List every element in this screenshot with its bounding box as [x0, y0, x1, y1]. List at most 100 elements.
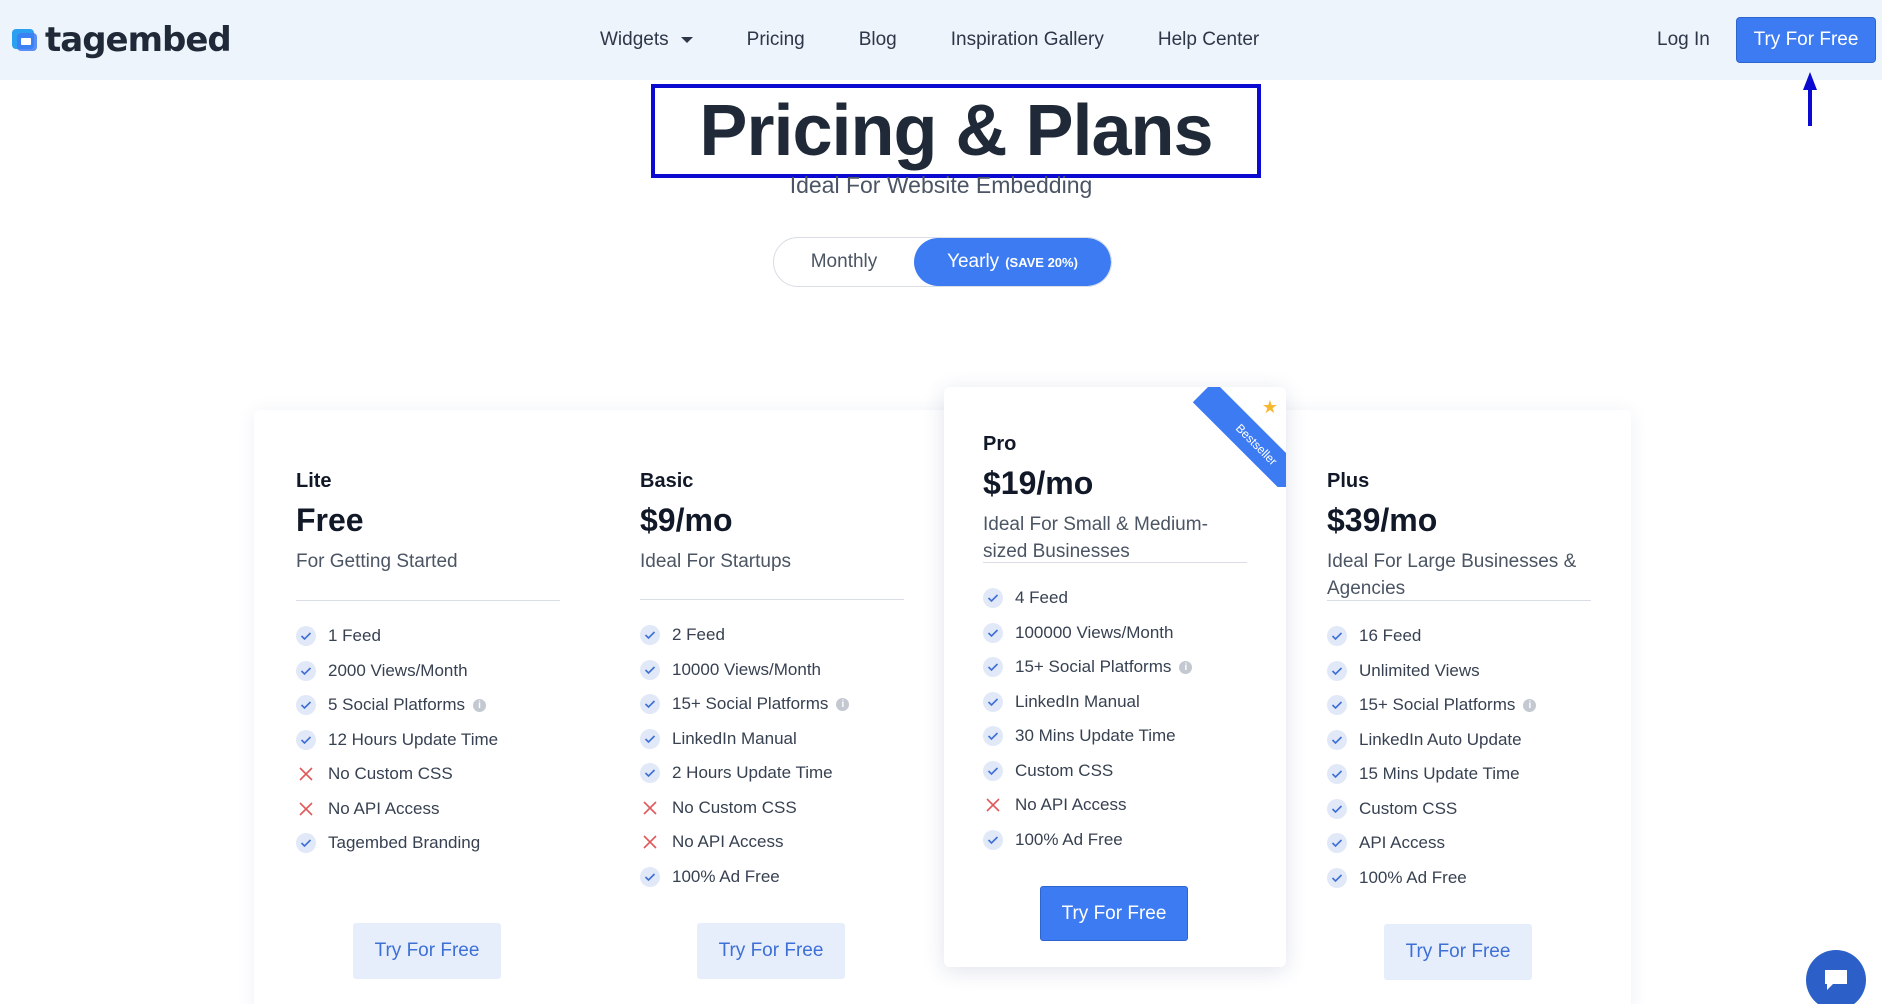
- feature-item: No API Access: [640, 830, 784, 854]
- feature-item: 5 Social Platforms i: [296, 693, 486, 717]
- feature-text: No Custom CSS: [328, 764, 453, 783]
- divider: [296, 600, 560, 601]
- check-icon: [640, 728, 660, 749]
- divider: [640, 599, 904, 600]
- logo[interactable]: tagembed: [9, 20, 232, 60]
- plan-description: Ideal For Large Businesses & Agencies: [1327, 551, 1577, 599]
- info-icon[interactable]: i: [1523, 698, 1537, 712]
- feature-item: 16 Feed: [1327, 624, 1421, 648]
- check-icon: [1327, 833, 1347, 853]
- cross-icon: [296, 799, 316, 819]
- info-icon[interactable]: i: [1179, 660, 1193, 674]
- feature-item: LinkedIn Manual: [640, 727, 797, 751]
- save-badge: (SAVE 20%): [1005, 254, 1078, 270]
- feature-item: 1 Feed: [296, 624, 381, 648]
- yearly-option[interactable]: Yearly (SAVE 20%): [914, 238, 1111, 286]
- star-icon: ★: [1261, 397, 1278, 417]
- feature-item: 15 Mins Update Time: [1327, 762, 1520, 786]
- try-for-free-nav-button[interactable]: Try For Free: [1736, 17, 1876, 63]
- feature-item: 100% Ad Free: [983, 828, 1123, 852]
- feature-text: No API Access: [1015, 795, 1127, 814]
- feature-text: Tagembed Branding: [328, 833, 481, 852]
- plan-description: Ideal For Small & Medium-sized Businesse…: [983, 514, 1208, 562]
- nav-pricing[interactable]: Pricing: [747, 29, 805, 51]
- nav-widgets[interactable]: Widgets: [600, 29, 693, 51]
- plan-name: Pro: [983, 433, 1017, 455]
- feature-text: 2000 Views/Month: [328, 660, 468, 680]
- login-link[interactable]: Log In: [1657, 0, 1710, 80]
- annotation-arrow-icon: [1803, 72, 1817, 126]
- feature-item: 30 Mins Update Time: [983, 724, 1176, 748]
- feature-text: No Custom CSS: [672, 797, 797, 817]
- check-icon: [296, 833, 316, 853]
- feature-item: LinkedIn Auto Update: [1327, 728, 1522, 752]
- page-subtitle: Ideal For Website Embedding: [789, 172, 1093, 198]
- feature-text: Custom CSS: [1015, 760, 1114, 780]
- feature-item: Tagembed Branding: [296, 831, 480, 855]
- feature-item: Custom CSS: [983, 759, 1113, 783]
- monthly-option[interactable]: Monthly: [774, 238, 914, 286]
- feature-text: LinkedIn Auto Update: [1359, 729, 1522, 749]
- feature-item: 2 Hours Update Time: [640, 761, 833, 785]
- feature-item: 2000 Views/Month: [296, 659, 468, 683]
- try-for-free-button[interactable]: Try For Free: [1384, 924, 1532, 980]
- check-icon: [296, 729, 316, 750]
- check-icon: [640, 625, 660, 645]
- feature-text: No API Access: [328, 798, 440, 818]
- try-for-free-button[interactable]: Try For Free: [353, 923, 501, 979]
- feature-text: 5 Social Platforms: [328, 695, 465, 714]
- feature-text: LinkedIn Manual: [1015, 691, 1140, 711]
- check-icon: [1327, 660, 1347, 681]
- check-icon: [1327, 729, 1347, 750]
- logo-text: tagembed: [45, 20, 232, 60]
- feature-item: 15+ Social Platforms i: [1327, 693, 1537, 717]
- page-title: Pricing & Plans: [651, 84, 1261, 178]
- feature-text: 15 Mins Update Time: [1359, 764, 1520, 783]
- check-icon: [640, 694, 660, 714]
- feature-item: 100% Ad Free: [1327, 866, 1467, 890]
- check-icon: [296, 660, 316, 681]
- nav-widgets-label: Widgets: [600, 29, 669, 50]
- feature-item: 100% Ad Free: [640, 865, 780, 889]
- info-icon[interactable]: i: [836, 697, 850, 711]
- feature-text: 100% Ad Free: [672, 866, 780, 886]
- plan-card-pro: Bestseller ★ Pro $19/mo Ideal For Small …: [944, 387, 1286, 967]
- try-for-free-button[interactable]: Try For Free: [697, 923, 845, 979]
- divider: [1327, 600, 1591, 601]
- plan-price: $9/mo: [640, 502, 733, 538]
- feature-item: 100000 Views/Month: [983, 621, 1173, 645]
- feature-text: LinkedIn Manual: [672, 728, 797, 748]
- feature-text: API Access: [1359, 833, 1445, 852]
- try-for-free-button[interactable]: Try For Free: [1040, 886, 1188, 941]
- check-icon: [640, 763, 660, 783]
- yearly-label: Yearly: [947, 251, 1000, 272]
- plan-price: Free: [296, 502, 364, 538]
- nav-help-center[interactable]: Help Center: [1158, 29, 1259, 51]
- check-icon: [1327, 867, 1347, 888]
- feature-item: 15+ Social Platforms i: [983, 655, 1193, 679]
- feature-item: 15+ Social Platforms i: [640, 692, 850, 716]
- check-icon: [296, 695, 316, 715]
- feature-item: API Access: [1327, 831, 1445, 855]
- plan-price: $39/mo: [1327, 502, 1438, 538]
- info-icon[interactable]: i: [473, 698, 486, 712]
- feature-text: 2 Hours Update Time: [672, 763, 833, 782]
- check-icon: [983, 588, 1003, 608]
- chat-button[interactable]: [1806, 950, 1866, 1004]
- plan-description: For Getting Started: [296, 551, 458, 572]
- plan-card-basic: Basic $9/mo Ideal For Startups Try For F…: [598, 410, 938, 1004]
- plan-name: Basic: [640, 470, 694, 492]
- feature-text: 15+ Social Platforms: [672, 694, 829, 713]
- feature-item: 2 Feed: [640, 623, 725, 647]
- cross-icon: [640, 798, 660, 818]
- check-icon: [1327, 764, 1347, 784]
- feature-item: Unlimited Views: [1327, 659, 1480, 683]
- check-icon: [983, 691, 1003, 712]
- feature-text: No API Access: [672, 832, 784, 851]
- top-nav: tagembed Widgets Pricing Blog Inspiratio…: [0, 0, 1882, 80]
- plan-description: Ideal For Startups: [640, 551, 792, 572]
- billing-toggle: Monthly Yearly (SAVE 20%): [773, 237, 1112, 287]
- nav-blog[interactable]: Blog: [859, 29, 897, 51]
- nav-menu: Widgets Pricing Blog Inspiration Gallery…: [600, 0, 1313, 80]
- nav-inspiration-gallery[interactable]: Inspiration Gallery: [951, 29, 1104, 51]
